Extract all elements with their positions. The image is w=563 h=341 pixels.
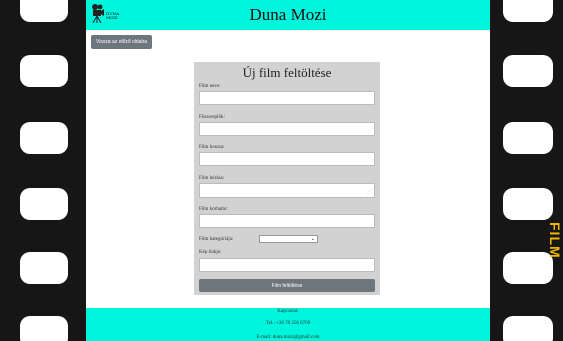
- film-hole: [20, 316, 68, 341]
- form-title: Új film feltöltése: [242, 65, 332, 80]
- contact-heading: Kapcsolat:: [277, 309, 299, 314]
- film-hole: [503, 188, 553, 220]
- image-link-input[interactable]: [199, 258, 375, 272]
- age-rating-label: Film korhatár:: [199, 207, 228, 212]
- page: DUNA MOZI Duna Mozi Vissza az előző olda…: [86, 0, 490, 341]
- contact-phone: Tel.: +36 70 256 8769: [265, 321, 311, 326]
- film-name-label: Film neve:: [199, 84, 221, 89]
- film-strip-left: [0, 0, 86, 341]
- film-strip-right: [490, 0, 563, 341]
- film-hole: [20, 55, 68, 87]
- film-hole: [20, 252, 68, 284]
- site-title: Duna Mozi: [249, 5, 327, 24]
- contact-email: E-mail: duna.mozi@gmail.com: [256, 335, 320, 340]
- back-button[interactable]: Vissza az előző oldalra: [91, 35, 153, 49]
- description-label: Film leírása:: [199, 176, 225, 181]
- film-name-input[interactable]: [199, 91, 375, 105]
- cast-input[interactable]: [199, 122, 375, 136]
- image-link-label: Kép linkje:: [199, 250, 222, 255]
- film-hole: [503, 122, 553, 154]
- submit-button[interactable]: Film feltöltése: [199, 279, 375, 292]
- logo[interactable]: DUNA MOZI: [90, 3, 120, 27]
- category-label: Film kategóriája:: [199, 237, 234, 242]
- category-select[interactable]: ⌄: [259, 235, 318, 243]
- film-hole: [20, 188, 68, 220]
- upload-form: Új film feltöltése Film neve: Főszereplő…: [194, 62, 380, 295]
- site-header: DUNA MOZI Duna Mozi: [86, 0, 490, 30]
- film-strip-label: FILM: [547, 222, 563, 259]
- chevron-down-icon: ⌄: [310, 237, 315, 242]
- duration-label: Film hossza:: [199, 145, 225, 150]
- resize-grip-icon[interactable]: ⋰: [367, 189, 372, 195]
- film-hole: [503, 0, 553, 22]
- camera-icon: [92, 4, 104, 24]
- film-hole: [20, 122, 68, 154]
- logo-text: DUNA MOZI: [106, 11, 119, 20]
- film-hole: [503, 55, 553, 87]
- age-rating-input[interactable]: [199, 214, 375, 228]
- film-hole: [20, 0, 68, 22]
- description-textarea[interactable]: ⋰: [199, 183, 375, 198]
- cast-label: Főszereplők:: [199, 115, 225, 120]
- site-footer: Kapcsolat: Tel.: +36 70 256 8769 E-mail:…: [86, 308, 490, 341]
- duration-input[interactable]: [199, 152, 375, 166]
- film-hole: [503, 316, 553, 341]
